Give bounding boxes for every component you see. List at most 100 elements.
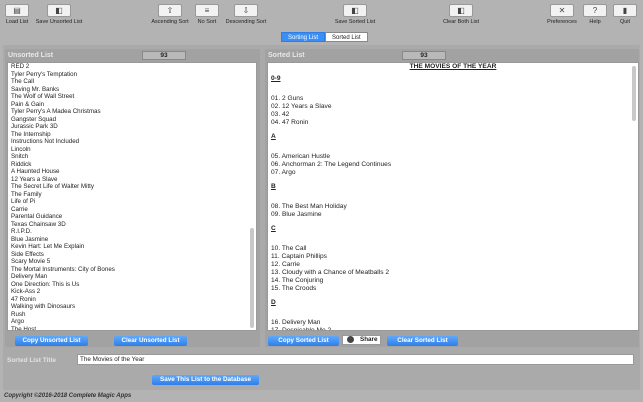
list-item: A Haunted House xyxy=(11,168,60,175)
share-button[interactable]: Share xyxy=(342,335,381,345)
sorted-panel: Sorted List 93 THE MOVIES OF THE YEAR 0-9… xyxy=(265,49,639,347)
share-label: Share xyxy=(360,336,378,344)
sorted-item: 07. Argo xyxy=(271,169,296,176)
sorted-item: 06. Anchorman 2: The Legend Continues xyxy=(271,161,392,168)
sorted-item: 03. 42 xyxy=(271,111,290,118)
list-item: Riddick xyxy=(11,160,32,168)
list-item: Argo xyxy=(11,318,25,325)
sorted-item: 05. American Hustle xyxy=(271,153,331,160)
toolbar-label: Quit xyxy=(619,19,631,25)
toolbar-label: Descending Sort xyxy=(225,19,267,25)
clear-icon: ◧ xyxy=(449,4,473,17)
tab-bar: Sorting List Sorted List xyxy=(281,32,368,42)
list-item: Tyler Perry's Temptation xyxy=(11,70,78,78)
sorted-item: 01. 2 Guns xyxy=(271,95,304,102)
sorted-item: 04. 47 Ronin xyxy=(271,119,309,126)
list-item: Saving Mr. Banks xyxy=(11,85,60,93)
toolbar-label: No Sort xyxy=(197,19,217,25)
list-item: 47 Ronin xyxy=(11,295,36,303)
scrollbar[interactable] xyxy=(250,228,254,328)
quit-icon: ▮ xyxy=(613,4,637,17)
list-item: The Host xyxy=(11,325,37,331)
list-item: Rush xyxy=(11,310,26,318)
document-icon: ▤ xyxy=(5,4,29,17)
copy-unsorted-button[interactable]: Copy Unsorted List xyxy=(15,336,88,346)
list-item: Carrie xyxy=(11,205,28,213)
list-item: Gangster Squad xyxy=(11,115,57,123)
list-item: The Wolf of Wall Street xyxy=(11,93,75,100)
list-item: Blue Jasmine xyxy=(11,235,49,243)
copy-sorted-button[interactable]: Copy Sorted List xyxy=(268,336,339,346)
scrollbar[interactable] xyxy=(632,66,636,121)
sorted-item: 15. The Croods xyxy=(271,285,317,292)
unsorted-panel: Unsorted List 93 RED 2 Tyler Perry's Temp… xyxy=(5,49,260,347)
group-heading: A xyxy=(271,133,276,140)
list-item: The Family xyxy=(11,190,42,198)
list-item: RED 2 xyxy=(11,63,30,70)
toolbar-save-unsorted-list-button[interactable]: ◧ Save Unsorted List xyxy=(29,4,89,25)
copyright: Copyright ©2016-2018 Complete Magic Apps xyxy=(4,393,132,399)
list-item: 12 Years a Slave xyxy=(11,175,58,183)
toolbar: ▤ Load List ◧ Save Unsorted List ⇧ Ascending … xyxy=(0,0,643,32)
toolbar-save-sorted-list-button[interactable]: ◧ Save Sorted List xyxy=(325,4,385,25)
sorted-list[interactable]: THE MOVIES OF THE YEAR 0-9 01. 2 Guns 02. 1… xyxy=(267,62,639,331)
group-heading: B xyxy=(271,183,276,190)
unsorted-list[interactable]: RED 2 Tyler Perry's Temptation The Call Sav… xyxy=(7,62,257,331)
toolbar-descending-sort-button[interactable]: ⇩ Descending Sort xyxy=(216,4,276,25)
list-item: The Secret Life of Walter Mitty xyxy=(11,183,94,190)
clear-unsorted-button[interactable]: Clear Unsorted List xyxy=(114,336,187,346)
list-item: Kick-Ass 2 xyxy=(11,288,41,295)
sorted-title: Sorted List xyxy=(268,52,305,59)
descending-icon: ⇩ xyxy=(234,4,258,17)
title-field-input[interactable]: The Movies of the Year xyxy=(77,354,634,365)
list-item: Walking with Dinosaurs xyxy=(11,303,76,310)
sorted-item: 11. Captain Phillips xyxy=(271,253,327,260)
list-item: Pain & Gain xyxy=(11,100,45,108)
toolbar-label: Save Sorted List xyxy=(334,19,376,25)
unsorted-count: 93 xyxy=(142,51,186,60)
list-item: R.I.P.D. xyxy=(11,228,32,235)
list-item: Side Effects xyxy=(11,250,44,258)
sorted-count: 93 xyxy=(402,51,446,60)
list-item: The Call xyxy=(11,78,35,85)
list-item: Tyler Perry's A Madea Christmas xyxy=(11,108,101,115)
list-item: One Direction: This is Us xyxy=(11,280,80,288)
list-item: The Internship xyxy=(11,130,51,138)
group-heading: 0-9 xyxy=(271,75,281,82)
list-item: Texas Chainsaw 3D xyxy=(11,220,66,228)
list-item: Snitch xyxy=(11,153,29,160)
tab-sorting-list[interactable]: Sorting List xyxy=(281,32,326,42)
share-icon xyxy=(347,336,354,343)
sorted-item: 02. 12 Years a Slave xyxy=(271,103,332,110)
unsorted-title: Unsorted List xyxy=(8,52,54,59)
toolbar-clear-both-list-button[interactable]: ◧ Clear Both List xyxy=(431,4,491,25)
save-icon: ◧ xyxy=(343,4,367,17)
sorted-item: 17. Despicable Me 2 xyxy=(271,327,332,331)
sorted-item: 09. Blue Jasmine xyxy=(271,211,322,218)
list-item: Parental Guidance xyxy=(11,213,63,220)
sorted-item: 10. The Call xyxy=(271,245,307,252)
save-to-database-button[interactable]: Save This List to the Database xyxy=(152,375,259,385)
group-heading: D xyxy=(271,299,276,306)
title-field-label: Sorted List Title xyxy=(7,357,56,364)
tab-sorted-list[interactable]: Sorted List xyxy=(325,32,368,42)
toolbar-label: Clear Both List xyxy=(442,19,480,25)
sorted-item: 13. Cloudy with a Chance of Meatballs 2 xyxy=(271,269,390,276)
toolbar-quit-button[interactable]: ▮ Quit xyxy=(595,4,643,25)
list-item: Scary Movie 5 xyxy=(11,258,51,265)
list-item: Delivery Man xyxy=(11,273,48,280)
toolbar-label: Save Unsorted List xyxy=(35,19,83,25)
save-icon: ◧ xyxy=(47,4,71,17)
sorted-item: 16. Delivery Man xyxy=(271,319,321,326)
list-item: Lincoln xyxy=(11,145,31,153)
list-item: Jurassic Park 3D xyxy=(11,123,58,130)
list-item: The Mortal Instruments: City of Bones xyxy=(11,265,115,273)
list-item: Life of Pi xyxy=(11,198,36,205)
sorted-item: 12. Carrie xyxy=(271,261,300,268)
sorted-item: 08. The Best Man Holiday xyxy=(271,203,347,210)
sorted-item: 14. The Conjuring xyxy=(271,277,324,284)
toolbar-label: Load List xyxy=(5,19,29,25)
group-heading: C xyxy=(271,225,276,232)
list-item: Kevin Hart: Let Me Explain xyxy=(11,243,85,250)
clear-sorted-button[interactable]: Clear Sorted List xyxy=(387,336,458,346)
